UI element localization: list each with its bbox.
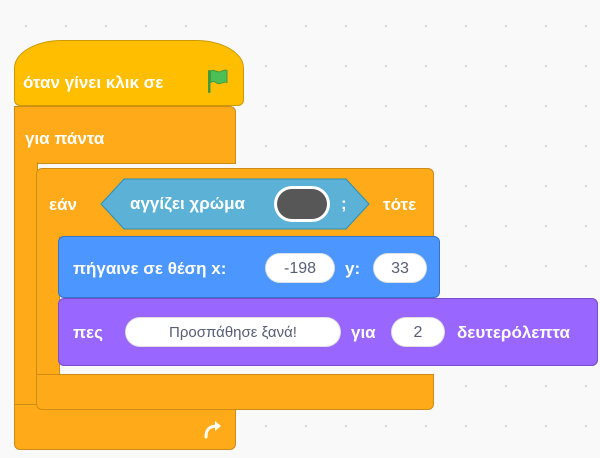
- forever-block-arm: [14, 162, 38, 414]
- if-then-block-arm: [36, 236, 60, 376]
- loop-arrow-icon: [204, 421, 221, 439]
- message-input[interactable]: Προσπάθησε ξανά!: [125, 317, 341, 347]
- question-suffix: ;: [341, 194, 347, 213]
- touching-color-label: αγγίζει χρώμα: [130, 194, 245, 213]
- y-label: y:: [345, 259, 361, 278]
- forever-block-foot[interactable]: [14, 404, 236, 450]
- say-for-secs-block[interactable]: πες Προσπάθησε ξανά! για 2 δευτερόλεπτα: [58, 298, 598, 366]
- green-flag-icon[interactable]: [203, 67, 231, 95]
- go-to-xy-block[interactable]: πήγαινε σε θέση x: -198 y: 33: [58, 236, 440, 298]
- go-to-xy-label: πήγαινε σε θέση x:: [73, 259, 227, 278]
- color-swatch: [277, 189, 327, 219]
- when-flag-clicked-block[interactable]: όταν γίνει κλικ σε: [14, 40, 244, 106]
- if-then-block-foot: [36, 374, 434, 410]
- y-input[interactable]: 33: [373, 253, 427, 283]
- x-input[interactable]: -198: [265, 253, 335, 283]
- for-label: για: [351, 323, 376, 342]
- if-label: εάν: [49, 195, 77, 214]
- seconds-label: δευτερόλεπτα: [457, 323, 570, 342]
- when-flag-clicked-label: όταν γίνει κλικ σε: [23, 73, 164, 92]
- then-label: τότε: [383, 195, 417, 214]
- forever-block[interactable]: για πάντα: [14, 106, 236, 164]
- forever-label: για πάντα: [25, 129, 105, 148]
- say-label: πες: [73, 323, 103, 342]
- seconds-input[interactable]: 2: [391, 317, 445, 347]
- color-swatch-input[interactable]: [274, 186, 330, 222]
